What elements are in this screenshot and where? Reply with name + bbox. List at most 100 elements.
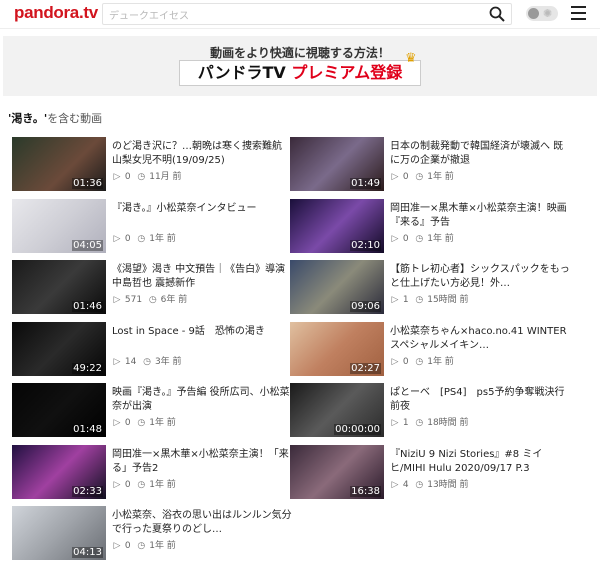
clock-icon: ◷ (415, 233, 424, 244)
video-title[interactable]: 映画『渇き。』予告編 役所広司、小松菜奈が出演 (112, 386, 292, 414)
clock-icon: ◷ (148, 295, 157, 305)
play-count: 0 (124, 233, 131, 244)
video-meta: ▷ 0 ◷ 1年 前 (112, 538, 176, 551)
banner-title-part1: パンドラTV (197, 63, 292, 82)
toggle-knob (528, 8, 539, 19)
upload-age: 6年 前 (160, 295, 188, 305)
clock-icon: ◷ (137, 479, 146, 490)
search-keyword: '渇き。' (8, 112, 48, 125)
video-thumbnail[interactable]: 01:48 (12, 383, 106, 437)
clock-icon: ◷ (415, 418, 424, 428)
search-icon[interactable] (489, 6, 505, 22)
dark-mode-toggle[interactable]: ✺ (526, 6, 558, 21)
section-suffix: を含む動画 (47, 112, 103, 125)
video-title[interactable]: のど渇き沢に？…朝晩は寒く捜索難航 山梨女児不明(19/09/25) (112, 140, 292, 168)
video-item[interactable]: 01:46 《渴望》渴き 中文預告｜《告白》導演中島哲也 震撼新作 ▷ 571 ◷ … (12, 260, 302, 316)
video-thumbnail[interactable]: 04:05 (12, 198, 106, 253)
video-thumbnail[interactable]: 01:36 (12, 137, 106, 191)
video-duration: 02:33 (72, 485, 103, 497)
video-item[interactable]: 02:33 岡田准一×黒木華×小松菜奈主演！「来る」予告2 ▷ 0 ◷ 1年 前 (12, 444, 302, 501)
play-count: 0 (124, 418, 131, 428)
video-item[interactable]: 16:38 『NiziU 9 Nizi Stories』#8 ミイヒ/MIHI H… (290, 444, 580, 501)
video-item[interactable]: 04:13 小松菜奈、浴衣の思い出はルンルン気分で行った夏祭りのどし… ▷ 0 ◷ … (12, 506, 302, 562)
play-count-icon: ▷ (391, 356, 399, 367)
video-meta: ▷ 0 ◷ 1年 前 (390, 231, 454, 244)
video-meta: ▷ 14 ◷ 3年 前 (112, 354, 182, 367)
video-title[interactable]: 小松菜奈ちゃん×haco.no.41 WINTER スペシャルメイキン… (390, 325, 570, 353)
video-title[interactable]: ぱとーべ [PS4] ps5予約争奪戦決行前夜 (390, 386, 570, 414)
upload-age: 3年 前 (154, 356, 182, 367)
video-thumbnail[interactable]: 16:38 (290, 444, 384, 499)
video-item[interactable]: 01:48 映画『渇き。』予告編 役所広司、小松菜奈が出演 ▷ 0 ◷ 1年 前 (12, 383, 302, 439)
clock-icon: ◷ (415, 479, 424, 490)
play-count: 4 (402, 479, 409, 490)
play-count: 1 (402, 295, 409, 305)
video-meta: ▷ 571 ◷ 6年 前 (112, 292, 188, 305)
pandora-logo[interactable]: pandora.tv (14, 3, 98, 23)
video-title[interactable]: 【筋トレ初心者】シックスパックをもっと仕上げたい方必見！外… (390, 263, 570, 291)
video-title[interactable]: 『NiziU 9 Nizi Stories』#8 ミイヒ/MIHI Hulu 2… (390, 448, 570, 476)
video-duration: 02:10 (350, 239, 381, 251)
video-duration: 04:13 (72, 547, 103, 558)
upload-age: 11月 前 (149, 172, 182, 182)
video-title[interactable]: 《渴望》渴き 中文預告｜《告白》導演中島哲也 震撼新作 (112, 263, 292, 291)
video-item[interactable]: 00:00:00 ぱとーべ [PS4] ps5予約争奪戦決行前夜 ▷ 1 ◷ 18時… (290, 383, 580, 439)
video-item[interactable]: 01:49 日本の制裁発動で韓国経済が壊滅へ 既に万の企業が撤退 ▷ 0 ◷ 1年 … (290, 137, 580, 193)
video-item[interactable]: 49:22 Lost in Space - 9話 恐怖の渇き ▷ 14 ◷ 3年 前 (12, 321, 302, 378)
video-item[interactable]: 02:10 岡田准一×黒木華×小松菜奈主演！映画『来る』予告 ▷ 0 ◷ 1年 前 (290, 198, 580, 255)
clock-icon: ◷ (137, 172, 146, 182)
section-title: '渇き。'を含む動画 (8, 110, 102, 126)
video-meta: ▷ 0 ◷ 1年 前 (112, 231, 176, 244)
play-count: 0 (402, 172, 409, 182)
hamburger-menu-icon[interactable] (571, 6, 586, 20)
video-item[interactable]: 02:27 小松菜奈ちゃん×haco.no.41 WINTER スペシャルメイキン… (290, 321, 580, 378)
premium-banner[interactable]: 動画をより快適に視聴する方法！ パンドラTV プレミアム登録 ♛ (3, 36, 597, 96)
video-thumbnail[interactable]: 02:33 (12, 444, 106, 499)
play-count: 571 (124, 295, 143, 305)
video-meta: ▷ 4 ◷ 13時間 前 (390, 477, 469, 490)
video-duration: 00:00:00 (334, 424, 381, 435)
play-count-icon: ▷ (113, 233, 121, 244)
play-count-icon: ▷ (391, 233, 399, 244)
play-count: 0 (402, 356, 409, 367)
video-thumbnail[interactable]: 02:27 (290, 321, 384, 376)
video-title[interactable]: 日本の制裁発動で韓国経済が壊滅へ 既に万の企業が撤退 (390, 140, 570, 168)
video-title[interactable]: 岡田准一×黒木華×小松菜奈主演！「来る」予告2 (112, 448, 292, 476)
video-thumbnail[interactable]: 01:46 (12, 260, 106, 314)
video-item[interactable]: 01:36 のど渇き沢に？…朝晩は寒く捜索難航 山梨女児不明(19/09/25) ▷… (12, 137, 302, 193)
video-title[interactable]: Lost in Space - 9話 恐怖の渇き (112, 325, 292, 339)
video-thumbnail[interactable]: 02:10 (290, 198, 384, 253)
upload-age: 15時間 前 (427, 295, 469, 305)
video-duration: 01:48 (72, 424, 103, 435)
video-duration: 01:46 (72, 301, 103, 312)
play-count: 0 (124, 541, 131, 551)
video-duration: 16:38 (350, 485, 381, 497)
banner-subtitle: 動画をより快適に視聴する方法！ (210, 46, 390, 60)
video-title[interactable]: 『渇き。』小松菜奈インタビュー (112, 202, 292, 216)
video-thumbnail[interactable]: 01:49 (290, 137, 384, 191)
video-thumbnail[interactable]: 49:22 (12, 321, 106, 376)
play-count-icon: ▷ (113, 356, 121, 367)
video-duration: 04:05 (72, 239, 103, 251)
video-item[interactable]: 09:06 【筋トレ初心者】シックスパックをもっと仕上げたい方必見！外… ▷ 1 ◷… (290, 260, 580, 316)
play-count-icon: ▷ (391, 479, 399, 490)
video-thumbnail[interactable]: 09:06 (290, 260, 384, 314)
play-count: 0 (124, 479, 131, 490)
video-thumbnail[interactable]: 04:13 (12, 506, 106, 560)
video-title[interactable]: 岡田准一×黒木華×小松菜奈主演！映画『来る』予告 (390, 202, 570, 230)
video-title[interactable]: 小松菜奈、浴衣の思い出はルンルン気分で行った夏祭りのどし… (112, 509, 292, 537)
play-count-icon: ▷ (391, 418, 399, 428)
search-box (102, 3, 512, 27)
clock-icon: ◷ (415, 295, 424, 305)
video-thumbnail[interactable]: 00:00:00 (290, 383, 384, 437)
video-meta: ▷ 0 ◷ 1年 前 (112, 415, 176, 428)
upload-age: 1年 前 (427, 172, 454, 182)
video-item[interactable]: 04:05 『渇き。』小松菜奈インタビュー ▷ 0 ◷ 1年 前 (12, 198, 302, 255)
search-input[interactable] (103, 6, 469, 27)
video-duration: 01:49 (350, 178, 381, 189)
video-duration: 01:36 (72, 178, 103, 189)
play-count-icon: ▷ (113, 479, 121, 490)
sun-icon: ✺ (543, 7, 553, 20)
upload-age: 1年 前 (427, 356, 454, 367)
upload-age: 1年 前 (427, 233, 454, 244)
